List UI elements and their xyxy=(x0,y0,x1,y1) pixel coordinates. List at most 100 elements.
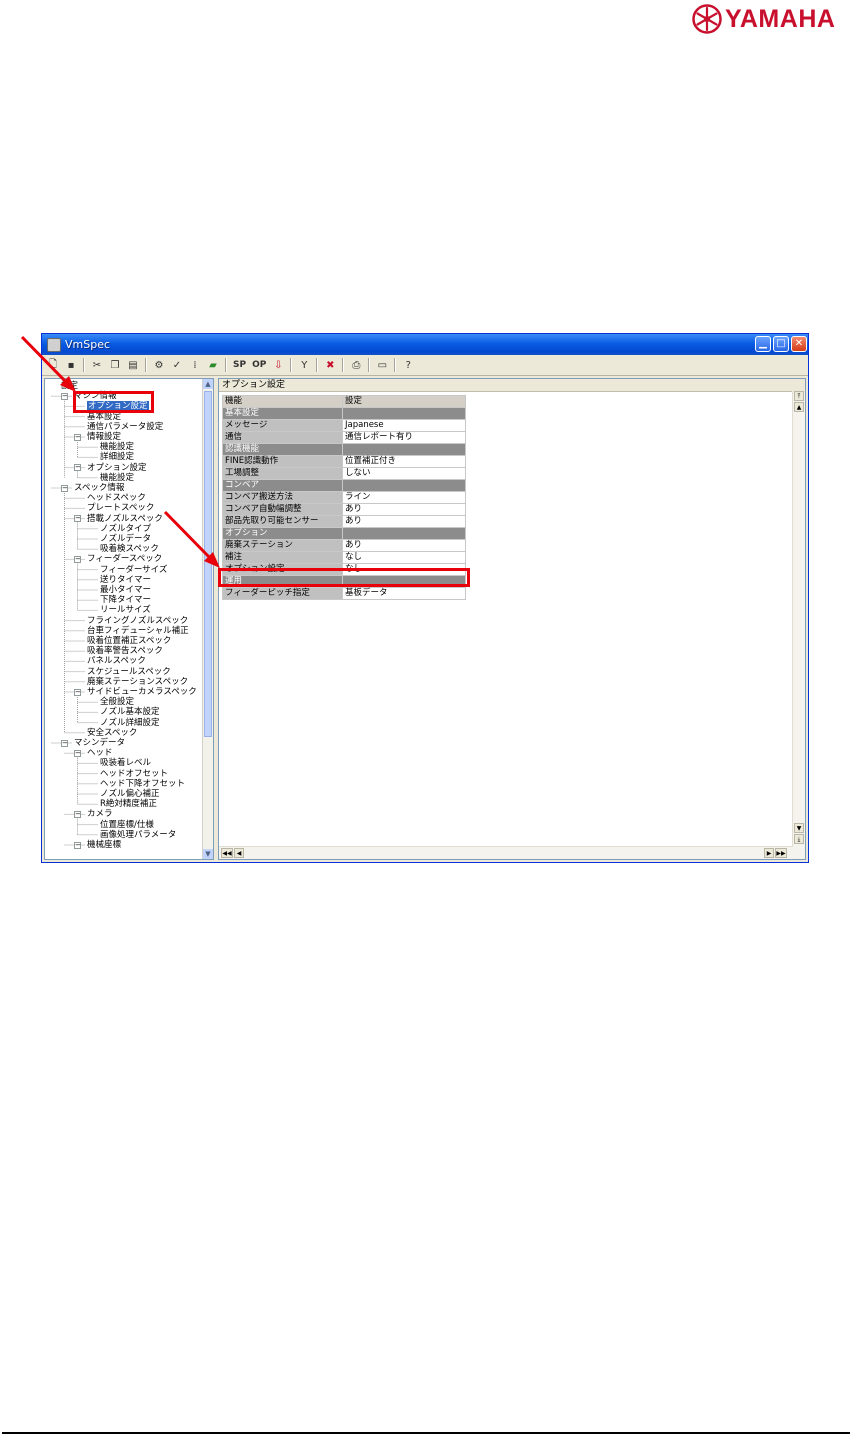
tree-item[interactable]: 安全スペック xyxy=(87,728,137,738)
tree-item[interactable]: 機能設定 xyxy=(100,473,134,483)
tree-item[interactable]: フライングノズルスペック xyxy=(87,616,188,626)
tree-item[interactable]: フィーダースペック xyxy=(87,554,162,564)
tree-expander-icon[interactable]: − xyxy=(74,749,81,757)
scroll-down-icon[interactable]: ▼ xyxy=(203,849,213,859)
paste-icon[interactable]: ▤ xyxy=(126,358,140,372)
sp-button[interactable]: SP xyxy=(232,358,247,372)
tree-item[interactable]: ノズル詳細設定 xyxy=(100,718,160,728)
setting-value[interactable]: 基板データ xyxy=(342,587,466,600)
tree-item[interactable]: フィーダーサイズ xyxy=(100,565,167,575)
tree-item[interactable]: 台車フィデューシャル補正 xyxy=(87,626,189,636)
tree-item[interactable]: 吸装着レベル xyxy=(100,758,151,768)
grid-row[interactable]: 工場調整 しない xyxy=(222,467,466,480)
save-icon[interactable]: ▪ xyxy=(64,358,78,372)
setting-value[interactable]: しない xyxy=(342,467,466,480)
scroll-down-icon[interactable]: ▼ xyxy=(794,823,804,833)
tree-item[interactable]: リールサイズ xyxy=(100,605,151,615)
cut-icon[interactable]: ✂ xyxy=(90,358,104,372)
tree-view[interactable]: 設定 − マシン情報 オプション設定 基本設定 通信パラメータ設定 − 情報設定 機能設定 詳細設… xyxy=(44,378,214,860)
filter-icon[interactable]: ⇩ xyxy=(271,358,285,372)
tree-expander-icon[interactable]: − xyxy=(61,739,68,747)
tree-item[interactable]: ヘッドオフセット xyxy=(100,769,168,779)
tree-item[interactable]: 搭載ノズルスペック xyxy=(87,514,163,524)
tree-item[interactable]: ノズル基本設定 xyxy=(100,707,160,717)
grid-icon[interactable]: ⁞ xyxy=(188,358,202,372)
tree-expander-icon[interactable]: − xyxy=(74,464,81,472)
tree-item[interactable]: 下降タイマー xyxy=(100,595,151,605)
copy-icon[interactable]: ❐ xyxy=(108,358,122,372)
setting-value[interactable]: なし xyxy=(342,551,466,564)
title-bar[interactable]: VmSpec ▁ □ ✕ xyxy=(42,334,808,355)
tree-item[interactable]: 基本設定 xyxy=(87,412,121,422)
tree-scrollbar[interactable]: ▲ ▼ xyxy=(202,379,213,859)
tree-item[interactable]: 機能設定 xyxy=(100,442,134,452)
setting-value[interactable]: ライン xyxy=(342,491,466,504)
grid-row[interactable]: FINE認識動作 位置補正付き xyxy=(222,455,466,468)
tree-item[interactable]: サイドビューカメラスペック xyxy=(87,687,197,697)
scroll-left-icon[interactable]: ◀ xyxy=(234,848,244,858)
tree-item[interactable]: ノズルデータ xyxy=(100,534,151,544)
folder-icon[interactable]: ▰ xyxy=(206,358,220,372)
tree-item[interactable]: 最小タイマー xyxy=(100,585,151,595)
grid-row[interactable]: コンベア自動幅調整 あり xyxy=(222,503,466,516)
tree-expander-icon[interactable]: − xyxy=(74,810,81,818)
tree-item[interactable]: R絶対精度補正 xyxy=(100,799,157,809)
setting-value[interactable]: Japanese xyxy=(342,419,466,432)
scroll-up-icon[interactable]: ▲ xyxy=(203,379,213,389)
tree-item[interactable]: ヘッド xyxy=(87,748,113,758)
tree-expander-icon[interactable]: − xyxy=(74,555,81,563)
grid-row[interactable]: 部品先取り可能センサー あり xyxy=(222,515,466,528)
scroll-bottom-icon[interactable]: ⤓ xyxy=(794,834,804,844)
tree-item[interactable]: ヘッド下降オフセット xyxy=(100,779,185,789)
pin-icon[interactable]: Y xyxy=(297,358,311,372)
tree-item[interactable]: スケジュールスペック xyxy=(87,667,171,677)
delete-icon[interactable]: ✖ xyxy=(323,358,337,372)
tree-item[interactable]: ヘッドスペック xyxy=(87,493,146,503)
op-button[interactable]: OP xyxy=(251,358,267,372)
setting-value[interactable]: 通信レポート有り xyxy=(342,431,466,444)
tree-item[interactable]: 送りタイマー xyxy=(100,575,151,585)
tree-expander-icon[interactable]: − xyxy=(74,841,81,849)
new-file-icon[interactable]: 🗋 xyxy=(46,358,60,372)
tree-item[interactable]: 画像処理パラメータ xyxy=(100,830,176,840)
grid-row[interactable]: 補注 なし xyxy=(222,551,466,564)
tree-item[interactable]: オプション設定 xyxy=(87,463,147,473)
gear-icon[interactable]: ⚙ xyxy=(152,358,166,372)
setting-value[interactable]: 位置補正付き xyxy=(342,455,466,468)
tree-item[interactable]: カメラ xyxy=(87,809,113,819)
tree-item[interactable]: マシンデータ xyxy=(74,738,125,748)
column-header-function[interactable]: 機能 xyxy=(222,395,343,408)
tree-item[interactable]: ノズルタイプ xyxy=(100,524,151,534)
tree-expander-icon[interactable]: − xyxy=(61,392,68,400)
setting-value[interactable]: あり xyxy=(342,503,466,516)
scroll-top-icon[interactable]: ⤒ xyxy=(794,391,804,401)
tree-item[interactable]: プレートスペック xyxy=(87,503,154,513)
scroll-up-icon[interactable]: ▲ xyxy=(794,402,804,412)
setting-value[interactable]: あり xyxy=(342,515,466,528)
keyboard-icon[interactable]: ▭ xyxy=(375,358,389,372)
tree-item[interactable]: 全般設定 xyxy=(100,697,134,707)
setting-value[interactable]: あり xyxy=(342,539,466,552)
tree-expander-icon[interactable]: − xyxy=(74,433,81,441)
tree-item[interactable]: スペック情報 xyxy=(74,483,124,493)
minimize-button[interactable]: ▁ xyxy=(755,336,771,352)
gear-check-icon[interactable]: ✓ xyxy=(170,358,184,372)
tree-scroll-thumb[interactable] xyxy=(204,391,212,737)
close-button[interactable]: ✕ xyxy=(791,336,807,352)
print-icon[interactable]: ⎙ xyxy=(349,358,363,372)
tree-item[interactable]: 設定 xyxy=(61,381,78,391)
tree-item[interactable]: 情報設定 xyxy=(87,432,121,442)
tree-item[interactable]: 吸着率警告スペック xyxy=(87,646,163,656)
column-header-setting[interactable]: 設定 xyxy=(342,395,466,408)
maximize-button[interactable]: □ xyxy=(773,336,789,352)
grid-horizontal-scrollbar[interactable]: ◀◀ ◀ ▶ ▶▶ xyxy=(219,846,793,859)
grid-row[interactable]: フィーダーピッチ指定 基板データ xyxy=(222,587,466,600)
tree-expander-icon[interactable]: − xyxy=(74,688,81,696)
tree-item[interactable]: 通信パラメータ設定 xyxy=(87,422,163,432)
tree-item[interactable]: パネルスペック xyxy=(87,656,146,666)
tree-item[interactable]: 位置座標/仕様 xyxy=(100,820,154,830)
grid-row[interactable]: メッセージ Japanese xyxy=(222,419,466,432)
grid-row[interactable]: 廃棄ステーション あり xyxy=(222,539,466,552)
tree-expander-icon[interactable]: − xyxy=(74,515,81,523)
tree-item[interactable]: 機械座標 xyxy=(87,840,121,850)
